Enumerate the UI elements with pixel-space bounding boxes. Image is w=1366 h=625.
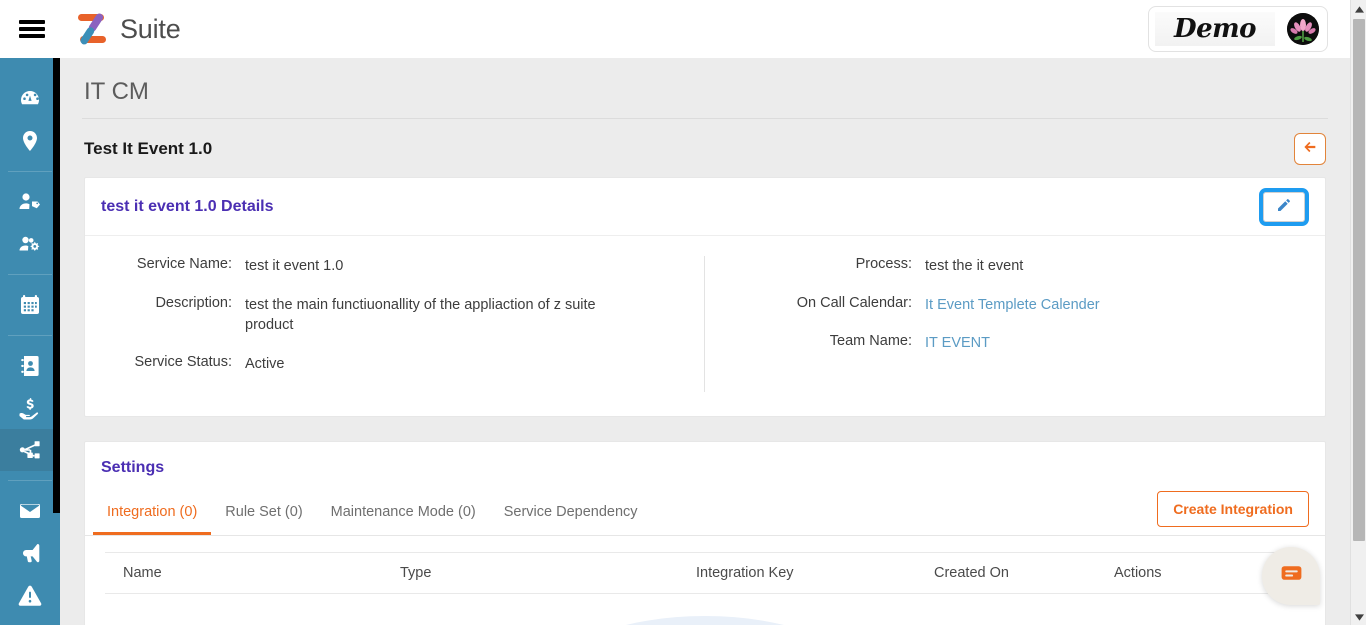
- bullhorn-icon: [18, 541, 42, 565]
- details-body: Service Name: test it event 1.0 Descript…: [85, 236, 1325, 416]
- sitemap-icon: [18, 438, 42, 462]
- brand-link[interactable]: Suite: [75, 12, 181, 46]
- sidebar-item-location[interactable]: [0, 120, 60, 162]
- tab-service-dependency[interactable]: Service Dependency: [490, 494, 652, 535]
- caret-down-icon: [1354, 608, 1364, 625]
- column-header-created-on: Created On: [934, 565, 1009, 582]
- settings-title: Settings: [101, 459, 165, 477]
- detail-row: Service Name: test it event 1.0: [85, 256, 704, 277]
- sidebar-item-mail[interactable]: [0, 490, 60, 532]
- scrollbar-thumb[interactable]: [1353, 19, 1365, 541]
- users-cog-icon: [18, 232, 42, 256]
- sidebar-item-calendar[interactable]: [0, 284, 60, 326]
- table-header-row: Name Type Integration Key Created On Act…: [105, 552, 1305, 595]
- sidebar-item-users-cog[interactable]: [0, 223, 60, 265]
- user-tag-icon: [18, 190, 42, 214]
- empty-state-illustration: [105, 594, 1305, 625]
- sidebar-divider: [8, 480, 52, 481]
- dashboard-speedometer-icon: [18, 87, 42, 111]
- page-scrollbar[interactable]: [1350, 0, 1366, 625]
- address-book-icon: [18, 354, 42, 378]
- column-header-name: Name: [123, 565, 162, 582]
- pencil-edit-icon: [1276, 197, 1292, 218]
- detail-value: test the main functiuonallity of the app…: [245, 296, 596, 334]
- location-pin-icon: [18, 129, 42, 153]
- details-card-title: test it event 1.0 Details: [101, 198, 274, 215]
- tab-rule-set[interactable]: Rule Set (0): [211, 494, 316, 535]
- hand-holding-dollar-icon: [18, 396, 42, 420]
- integration-table: Name Type Integration Key Created On Act…: [85, 536, 1325, 625]
- scroll-down-button[interactable]: [1351, 608, 1366, 625]
- calendar-icon: [18, 293, 42, 317]
- brand-name: Suite: [120, 13, 181, 44]
- hamburger-menu-icon[interactable]: [19, 18, 45, 40]
- page-subtitle: Test It Event 1.0: [84, 139, 213, 158]
- detail-value: Active: [245, 355, 285, 372]
- top-navigation-bar: Suite Demo: [0, 0, 1350, 58]
- details-left-column: Service Name: test it event 1.0 Descript…: [85, 256, 705, 393]
- scroll-up-button[interactable]: [1351, 0, 1366, 17]
- org-logo: Demo: [1155, 12, 1275, 46]
- hamburger-bar: [19, 20, 45, 24]
- envelope-icon: [18, 499, 42, 523]
- z-suite-logo-icon: [75, 12, 111, 46]
- detail-label: Service Name:: [136, 256, 232, 272]
- create-integration-button[interactable]: Create Integration: [1157, 491, 1309, 528]
- column-header-type: Type: [400, 565, 432, 582]
- detail-label: Description:: [155, 294, 232, 311]
- detail-label: Team Name:: [829, 333, 912, 350]
- sidebar-item-services[interactable]: [0, 429, 60, 471]
- org-account-box[interactable]: Demo: [1148, 6, 1328, 52]
- chat-bubble-icon: [1279, 561, 1304, 591]
- sidebar-divider: [8, 171, 52, 172]
- column-header-integration-key: Integration Key: [696, 565, 794, 582]
- detail-row: Service Status: Active: [85, 354, 704, 375]
- app-root: Suite Demo IT CM Test It Event 1.0 test …: [0, 0, 1366, 625]
- sidebar-item-billing[interactable]: [0, 387, 60, 429]
- settings-tabbar: Integration (0) Rule Set (0) Maintenance…: [85, 491, 1325, 537]
- main-content: IT CM Test It Event 1.0 test it event 1.…: [60, 58, 1350, 625]
- hamburger-bar: [19, 34, 45, 38]
- hamburger-bar: [19, 27, 45, 31]
- on-call-calendar-link[interactable]: It Event Templete Calender: [925, 295, 1225, 316]
- detail-row: Process: test the it event: [705, 256, 1325, 277]
- details-card-header: test it event 1.0 Details: [85, 178, 1325, 236]
- detail-row: On Call Calendar: It Event Templete Cale…: [705, 295, 1325, 316]
- sidebar-item-announcements[interactable]: [0, 532, 60, 574]
- details-right-column: Process: test the it event On Call Calen…: [705, 256, 1325, 392]
- details-card: test it event 1.0 Details Service Name: …: [84, 177, 1326, 418]
- back-button[interactable]: [1294, 133, 1326, 165]
- caret-up-icon: [1354, 0, 1364, 18]
- sidebar-divider: [8, 274, 52, 275]
- detail-row: Description: test the main functiuonalli…: [85, 295, 704, 336]
- subheader-row: Test It Event 1.0: [60, 119, 1350, 177]
- detail-value: test it event 1.0: [245, 258, 344, 274]
- detail-label: Process:: [855, 256, 912, 272]
- arrow-left-icon: [1302, 139, 1318, 160]
- detail-label: Service Status:: [134, 353, 232, 370]
- page-title: IT CM: [84, 78, 149, 105]
- team-name-link[interactable]: IT EVENT: [925, 333, 1225, 354]
- warning-triangle-icon: [18, 583, 42, 607]
- sidebar-scrollbar[interactable]: [53, 58, 60, 513]
- detail-value: test the it event: [925, 258, 1024, 274]
- avatar[interactable]: [1287, 13, 1319, 45]
- chat-widget-button[interactable]: [1262, 547, 1320, 605]
- tab-integration[interactable]: Integration (0): [93, 494, 212, 536]
- left-sidebar: [0, 58, 60, 625]
- column-header-actions: Actions: [1114, 565, 1162, 582]
- sidebar-item-dashboard[interactable]: [0, 78, 60, 120]
- edit-details-button[interactable]: [1259, 188, 1309, 226]
- sidebar-item-address-book[interactable]: [0, 345, 60, 387]
- detail-row: Team Name: IT EVENT: [705, 333, 1325, 354]
- empty-state-ellipse: [555, 616, 855, 625]
- tab-maintenance-mode[interactable]: Maintenance Mode (0): [317, 494, 490, 535]
- tab-list: Integration (0) Rule Set (0) Maintenance…: [93, 494, 652, 536]
- sidebar-item-user-tag[interactable]: [0, 181, 60, 223]
- detail-label: On Call Calendar:: [796, 294, 912, 311]
- sidebar-item-alerts[interactable]: [0, 574, 60, 616]
- settings-card: Settings Integration (0) Rule Set (0) Ma…: [84, 441, 1326, 625]
- sidebar-divider: [8, 335, 52, 336]
